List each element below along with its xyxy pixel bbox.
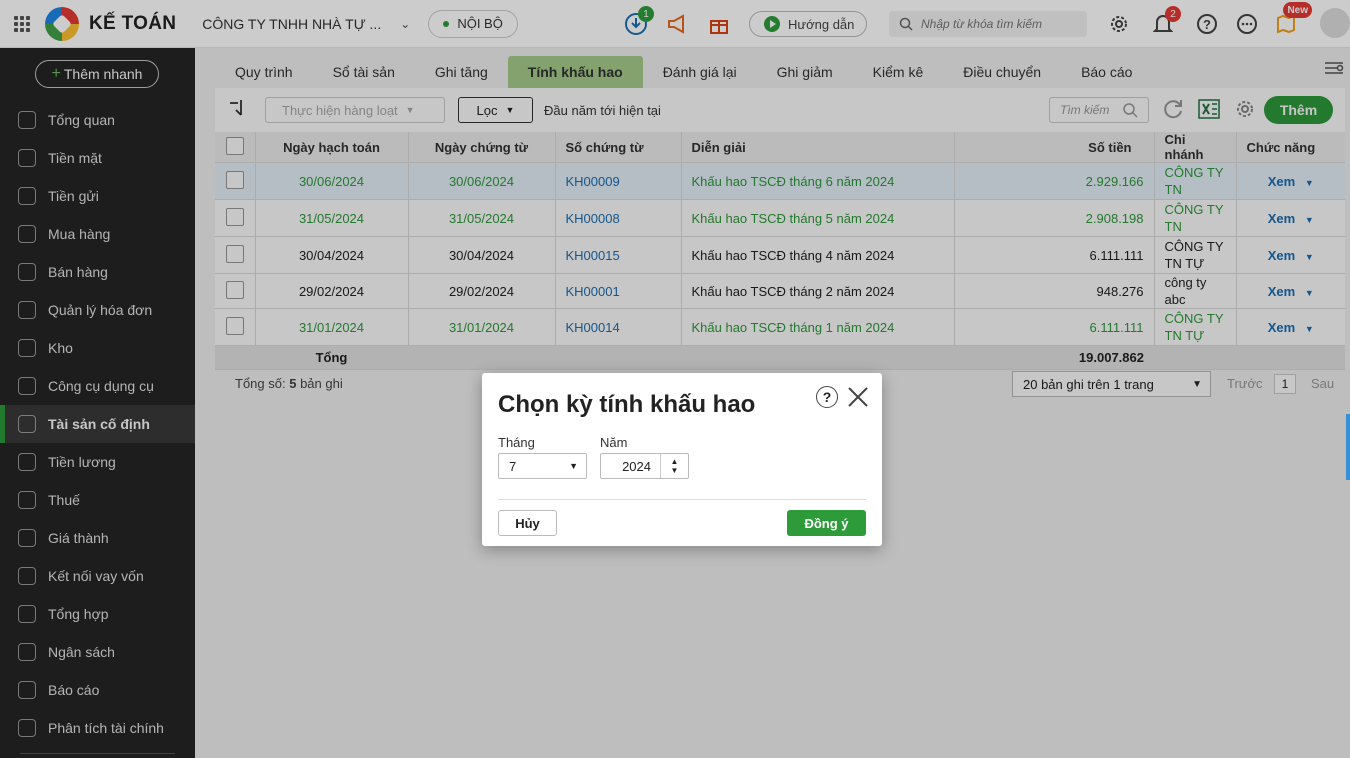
- spin-up-icon[interactable]: ▲: [671, 457, 679, 466]
- modal-backdrop-top: [0, 0, 1350, 48]
- year-stepper[interactable]: 2024 ▲ ▼: [600, 453, 689, 479]
- spin-down-icon[interactable]: ▼: [671, 466, 679, 475]
- scroll-indicator: [1346, 414, 1350, 480]
- confirm-button[interactable]: Đồng ý: [787, 510, 866, 536]
- year-label: Năm: [600, 435, 628, 450]
- month-label: Tháng: [498, 435, 535, 450]
- divider: [498, 499, 866, 500]
- dialog-title: Chọn kỳ tính khấu hao: [498, 391, 756, 418]
- help-icon[interactable]: ?: [816, 386, 838, 408]
- month-value: 7: [509, 458, 517, 474]
- cancel-button[interactable]: Hủy: [498, 510, 557, 536]
- depreciation-period-dialog: Chọn kỳ tính khấu hao ? Tháng 7 ▼ Năm 202…: [482, 373, 882, 546]
- close-icon[interactable]: [846, 385, 870, 409]
- spinner[interactable]: ▲ ▼: [660, 454, 688, 478]
- year-value: 2024: [622, 458, 651, 474]
- month-select[interactable]: 7 ▼: [498, 453, 587, 479]
- caret-down-icon: ▼: [569, 461, 578, 471]
